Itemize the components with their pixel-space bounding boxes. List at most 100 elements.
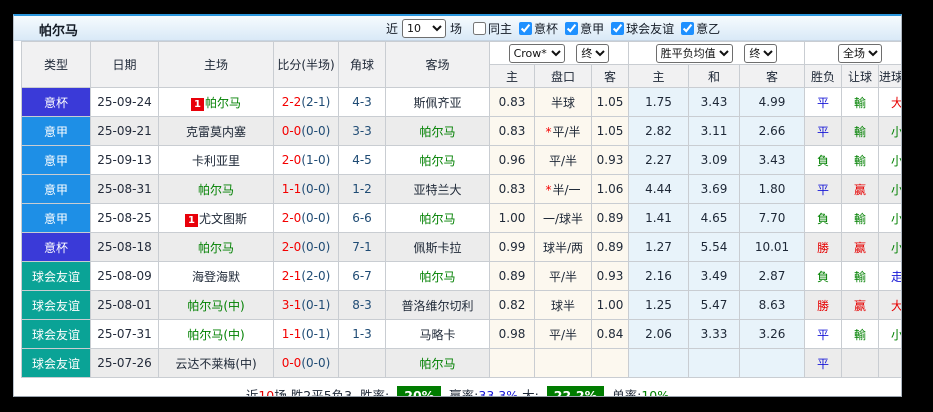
away-team-name: 帕尔马 [419, 124, 456, 139]
euro-home-odds-cell: 4.44 [628, 174, 689, 204]
corner-cell: 1-2 [338, 174, 386, 204]
euro-home-odds-cell: 2.16 [628, 261, 689, 291]
euro-away-odds-cell: 10.01 [739, 232, 805, 262]
col-header-score: 比分(半场) [273, 41, 339, 88]
win-rate-badge: 20% [397, 386, 442, 396]
league-checkbox-italy-cup[interactable] [519, 21, 533, 35]
score-cell: 2-2(2-1) [273, 87, 339, 117]
league-checkbox-serie-a[interactable] [565, 21, 579, 35]
col-header-euro-home: 主 [628, 64, 689, 88]
goals-result-cell: 走 [877, 261, 901, 291]
fulltime-score: 0-0 [281, 356, 302, 370]
home-team-name: 帕尔马 [197, 182, 234, 197]
matches-label: 场 [450, 21, 463, 36]
scope-select[interactable]: 全场 [838, 43, 883, 63]
league-type-cell: 意甲 [21, 145, 91, 175]
result-cell: 平 [804, 319, 842, 349]
asia-away-odds-cell: 0.93 [591, 261, 629, 291]
euro-away-odds-cell [739, 348, 805, 378]
home-team-cell: 帕尔马 [158, 174, 274, 204]
euro-home-odds-cell: 2.82 [628, 116, 689, 146]
euro-odds-select[interactable]: 胜平负均值 [655, 43, 733, 63]
date-cell: 25-08-25 [90, 203, 159, 233]
euro-draw-odds-cell: 3.69 [688, 174, 740, 204]
date-cell: 25-08-09 [90, 261, 159, 291]
same-home-label: 同主 [488, 21, 513, 36]
score-cell: 3-1(0-1) [273, 290, 339, 320]
euro-home-odds-cell [628, 348, 689, 378]
summary-footer: 近10场,胜2平5负3, 胜率: 20% 赢率:33.3% 大: 22.2% 单… [14, 378, 901, 397]
league-checkbox-serie-b[interactable] [681, 21, 695, 35]
asia-home-odds-cell: 0.83 [489, 87, 535, 117]
bookmaker-select[interactable]: Crow* [508, 43, 565, 63]
corner-cell [338, 348, 386, 378]
euro-draw-odds-cell: 3.09 [688, 145, 740, 175]
footer-near-label: 近 [245, 388, 259, 397]
euro-draw-odds-cell: 5.47 [688, 290, 740, 320]
euro-away-odds-cell: 1.80 [739, 174, 805, 204]
handicap-result-cell: 輸 [841, 116, 879, 146]
result-cell: 平 [804, 87, 842, 117]
handicap-result-cell [841, 348, 879, 378]
home-team-cell: 克雷莫内塞 [158, 116, 274, 146]
result-cell: 勝 [804, 290, 842, 320]
result-group-header: 全场 [803, 41, 901, 65]
asia-time-select[interactable]: 终 [576, 43, 610, 63]
away-team-name: 帕尔马 [419, 211, 456, 226]
fulltime-score: 3-1 [281, 298, 302, 312]
asia-line-cell [534, 348, 592, 378]
away-team-cell: 普洛维尔切利 [385, 290, 490, 320]
euro-away-odds-cell: 2.66 [739, 116, 805, 146]
asia-away-odds-cell: 1.05 [591, 116, 629, 146]
asia-line-cell: *平/半 [534, 116, 592, 146]
fulltime-score: 2-0 [281, 153, 302, 167]
col-header-home: 主场 [158, 41, 274, 88]
same-home-checkbox[interactable] [473, 21, 487, 35]
col-header-corner: 角球 [338, 41, 386, 88]
date-cell: 25-07-31 [90, 319, 159, 349]
euro-draw-odds-cell: 3.11 [688, 116, 740, 146]
result-cell: 平 [804, 174, 842, 204]
col-header-asia-away: 客 [591, 64, 629, 88]
league-type-cell: 意甲 [21, 203, 91, 233]
league-type-cell: 球会友谊 [21, 261, 91, 291]
euro-away-odds-cell: 8.63 [739, 290, 805, 320]
fulltime-score: 1-1 [281, 327, 302, 341]
filter-controls: 近 10 场 同主 意杯 意甲 球会友谊 意乙 [386, 16, 720, 40]
halftime-score: (2-0) [301, 269, 331, 283]
away-team-cell: 亚特兰大 [385, 174, 490, 204]
handicap-result-cell: 赢 [841, 174, 879, 204]
goals-result-cell: 大 [877, 290, 901, 320]
home-team-cell: 1 尤文图斯 [158, 203, 274, 233]
halftime-score: (0-0) [301, 356, 331, 370]
home-team-name: 云达不莱梅(中) [175, 356, 257, 371]
col-header-euro-draw: 和 [688, 64, 740, 88]
match-row: 意甲 25-09-21 克雷莫内塞 0-0(0-0) 3-3 帕尔马 0.83 *平/半 1.0… [21, 116, 901, 146]
home-team-name: 克雷莫内塞 [185, 124, 246, 139]
handicap-result-cell: 輸 [841, 319, 879, 349]
home-team-cell: 帕尔马 [158, 232, 274, 262]
asia-home-odds-cell: 1.00 [489, 203, 535, 233]
rank-badge: 1 [185, 213, 198, 227]
euro-time-select[interactable]: 终 [744, 43, 778, 63]
handicap-result-cell: 赢 [841, 290, 879, 320]
away-team-cell: 帕尔马 [385, 203, 490, 233]
asia-away-odds-cell: 0.93 [591, 145, 629, 175]
match-row: 意杯 25-08-18 帕尔马 2-0(0-0) 7-1 佩斯卡拉 0.99 球半/两 0.89… [21, 232, 901, 262]
match-count-select[interactable]: 10 [402, 18, 447, 38]
goals-result-cell [877, 348, 901, 378]
corner-cell: 1-3 [338, 319, 386, 349]
euro-home-odds-cell: 1.27 [628, 232, 689, 262]
asia-away-odds-cell: 1.06 [591, 174, 629, 204]
result-cell: 勝 [804, 232, 842, 262]
halftime-score: (1-0) [301, 153, 331, 167]
asia-line-cell: 球半/两 [534, 232, 592, 262]
away-team-name: 斯佩齐亚 [413, 95, 462, 110]
col-header-type: 类型 [21, 41, 91, 88]
home-team-name: 海登海默 [191, 269, 240, 284]
asia-away-odds-cell: 0.89 [591, 203, 629, 233]
league-checkbox-club-friendly[interactable] [611, 21, 625, 35]
away-team-name: 帕尔马 [419, 153, 456, 168]
euro-away-odds-cell: 4.99 [739, 87, 805, 117]
col-header-asia-home: 主 [489, 64, 535, 88]
